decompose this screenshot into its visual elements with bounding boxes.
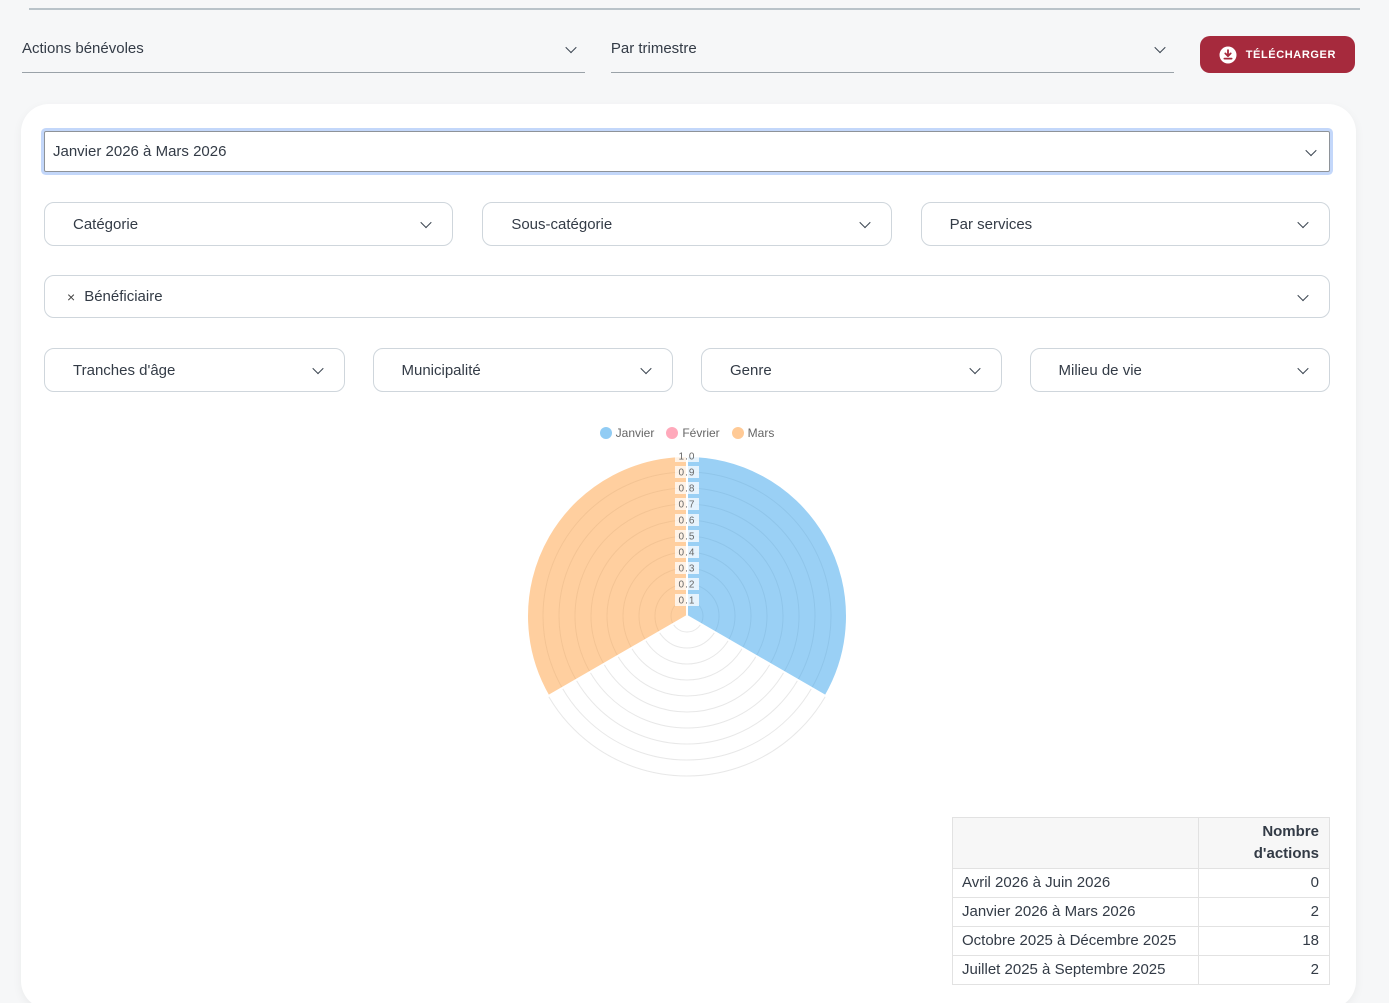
trimester-select[interactable]: Janvier 2026 à Mars 2026 [44,131,1330,172]
period-cell: Janvier 2026 à Mars 2026 [953,898,1199,927]
polar-chart: 0.1 0.2 0.3 0.4 0.5 0.6 0.7 0.8 0.9 1.0 [477,446,897,787]
svg-text:0.2: 0.2 [679,580,696,591]
period-type-select-value: Par trimestre [611,40,697,57]
filter-row-1: Catégorie Sous-catégorie Par services [44,202,1330,246]
legend-label: Janvier [616,426,655,440]
chevron-down-icon [969,363,980,374]
svg-text:0.9: 0.9 [679,468,696,479]
download-button-label: TÉLÉCHARGER [1246,49,1336,61]
table-row: Juillet 2025 à Septembre 2025 2 [953,956,1330,985]
trimester-select-value: Janvier 2026 à Mars 2026 [53,143,226,160]
count-cell: 2 [1199,898,1330,927]
chart-legend: Janvier Février Mars [600,426,775,440]
municipality-filter-label: Municipalité [402,362,481,379]
beneficiaire-chip-label: Bénéficiaire [84,288,162,305]
svg-text:0.8: 0.8 [679,484,696,495]
svg-text:1.0: 1.0 [679,452,696,463]
remove-chip-icon[interactable]: × [67,290,75,304]
legend-dot-icon [600,427,612,439]
chevron-down-icon [1305,144,1316,155]
chevron-down-icon [1297,217,1308,228]
legend-dot-icon [732,427,744,439]
dataset-select-value: Actions bénévoles [22,40,144,57]
gender-filter-label: Genre [730,362,772,379]
chevron-down-icon [1297,289,1308,300]
living-environment-filter-label: Milieu de vie [1059,362,1142,379]
chevron-down-icon [859,217,870,228]
gender-filter[interactable]: Genre [701,348,1002,392]
svg-text:0.7: 0.7 [679,500,696,511]
table-row: Avril 2026 à Juin 2026 0 [953,869,1330,898]
svg-text:0.1: 0.1 [679,596,696,607]
top-divider [29,8,1360,10]
legend-dot-icon [666,427,678,439]
dataset-select[interactable]: Actions bénévoles [22,40,585,73]
services-filter-label: Par services [950,216,1033,233]
legend-item-février[interactable]: Février [666,426,719,440]
services-filter[interactable]: Par services [921,202,1330,246]
toolbar: Actions bénévoles Par trimestre TÉLÉCHAR… [22,36,1355,73]
chevron-down-icon [421,217,432,228]
table-header-count: Nombre d'actions [1199,818,1330,869]
svg-text:0.6: 0.6 [679,516,696,527]
chevron-down-icon [640,363,651,374]
age-filter[interactable]: Tranches d'âge [44,348,345,392]
period-cell: Avril 2026 à Juin 2026 [953,869,1199,898]
period-cell: Juillet 2025 à Septembre 2025 [953,956,1199,985]
svg-text:0.5: 0.5 [679,532,696,543]
count-cell: 18 [1199,927,1330,956]
category-filter[interactable]: Catégorie [44,202,453,246]
download-button[interactable]: TÉLÉCHARGER [1200,36,1355,73]
category-filter-label: Catégorie [73,216,138,233]
beneficiaire-multiselect[interactable]: × Bénéficiaire [44,275,1330,318]
table-row: Janvier 2026 à Mars 2026 2 [953,898,1330,927]
municipality-filter[interactable]: Municipalité [373,348,674,392]
legend-item-mars[interactable]: Mars [732,426,775,440]
svg-text:0.4: 0.4 [679,548,696,559]
living-environment-filter[interactable]: Milieu de vie [1030,348,1331,392]
download-icon [1219,46,1237,64]
period-cell: Octobre 2025 à Décembre 2025 [953,927,1199,956]
beneficiaire-chip: × Bénéficiaire [67,288,163,305]
chevron-down-icon [312,363,323,374]
subcategory-filter-label: Sous-catégorie [511,216,612,233]
table-wrap: Nombre d'actions Avril 2026 à Juin 2026 … [44,817,1330,985]
chevron-down-icon [1297,363,1308,374]
table-row: Octobre 2025 à Décembre 2025 18 [953,927,1330,956]
table-header-period [953,818,1199,869]
actions-table: Nombre d'actions Avril 2026 à Juin 2026 … [952,817,1330,985]
age-filter-label: Tranches d'âge [73,362,175,379]
count-cell: 2 [1199,956,1330,985]
chart-block: Janvier Février Mars 0.1 0.2 0.3 0.4 0.5 0.6 0.7… [44,426,1330,787]
legend-label: Mars [748,426,775,440]
period-type-select[interactable]: Par trimestre [611,40,1174,73]
filter-row-2: Tranches d'âge Municipalité Genre Milieu… [44,348,1330,392]
chevron-down-icon [1154,41,1165,52]
svg-text:0.3: 0.3 [679,564,696,575]
subcategory-filter[interactable]: Sous-catégorie [482,202,891,246]
legend-item-janvier[interactable]: Janvier [600,426,655,440]
report-card: Janvier 2026 à Mars 2026 Catégorie Sous-… [21,104,1356,1003]
table-header-row: Nombre d'actions [953,818,1330,869]
count-cell: 0 [1199,869,1330,898]
legend-label: Février [682,426,719,440]
chevron-down-icon [565,41,576,52]
